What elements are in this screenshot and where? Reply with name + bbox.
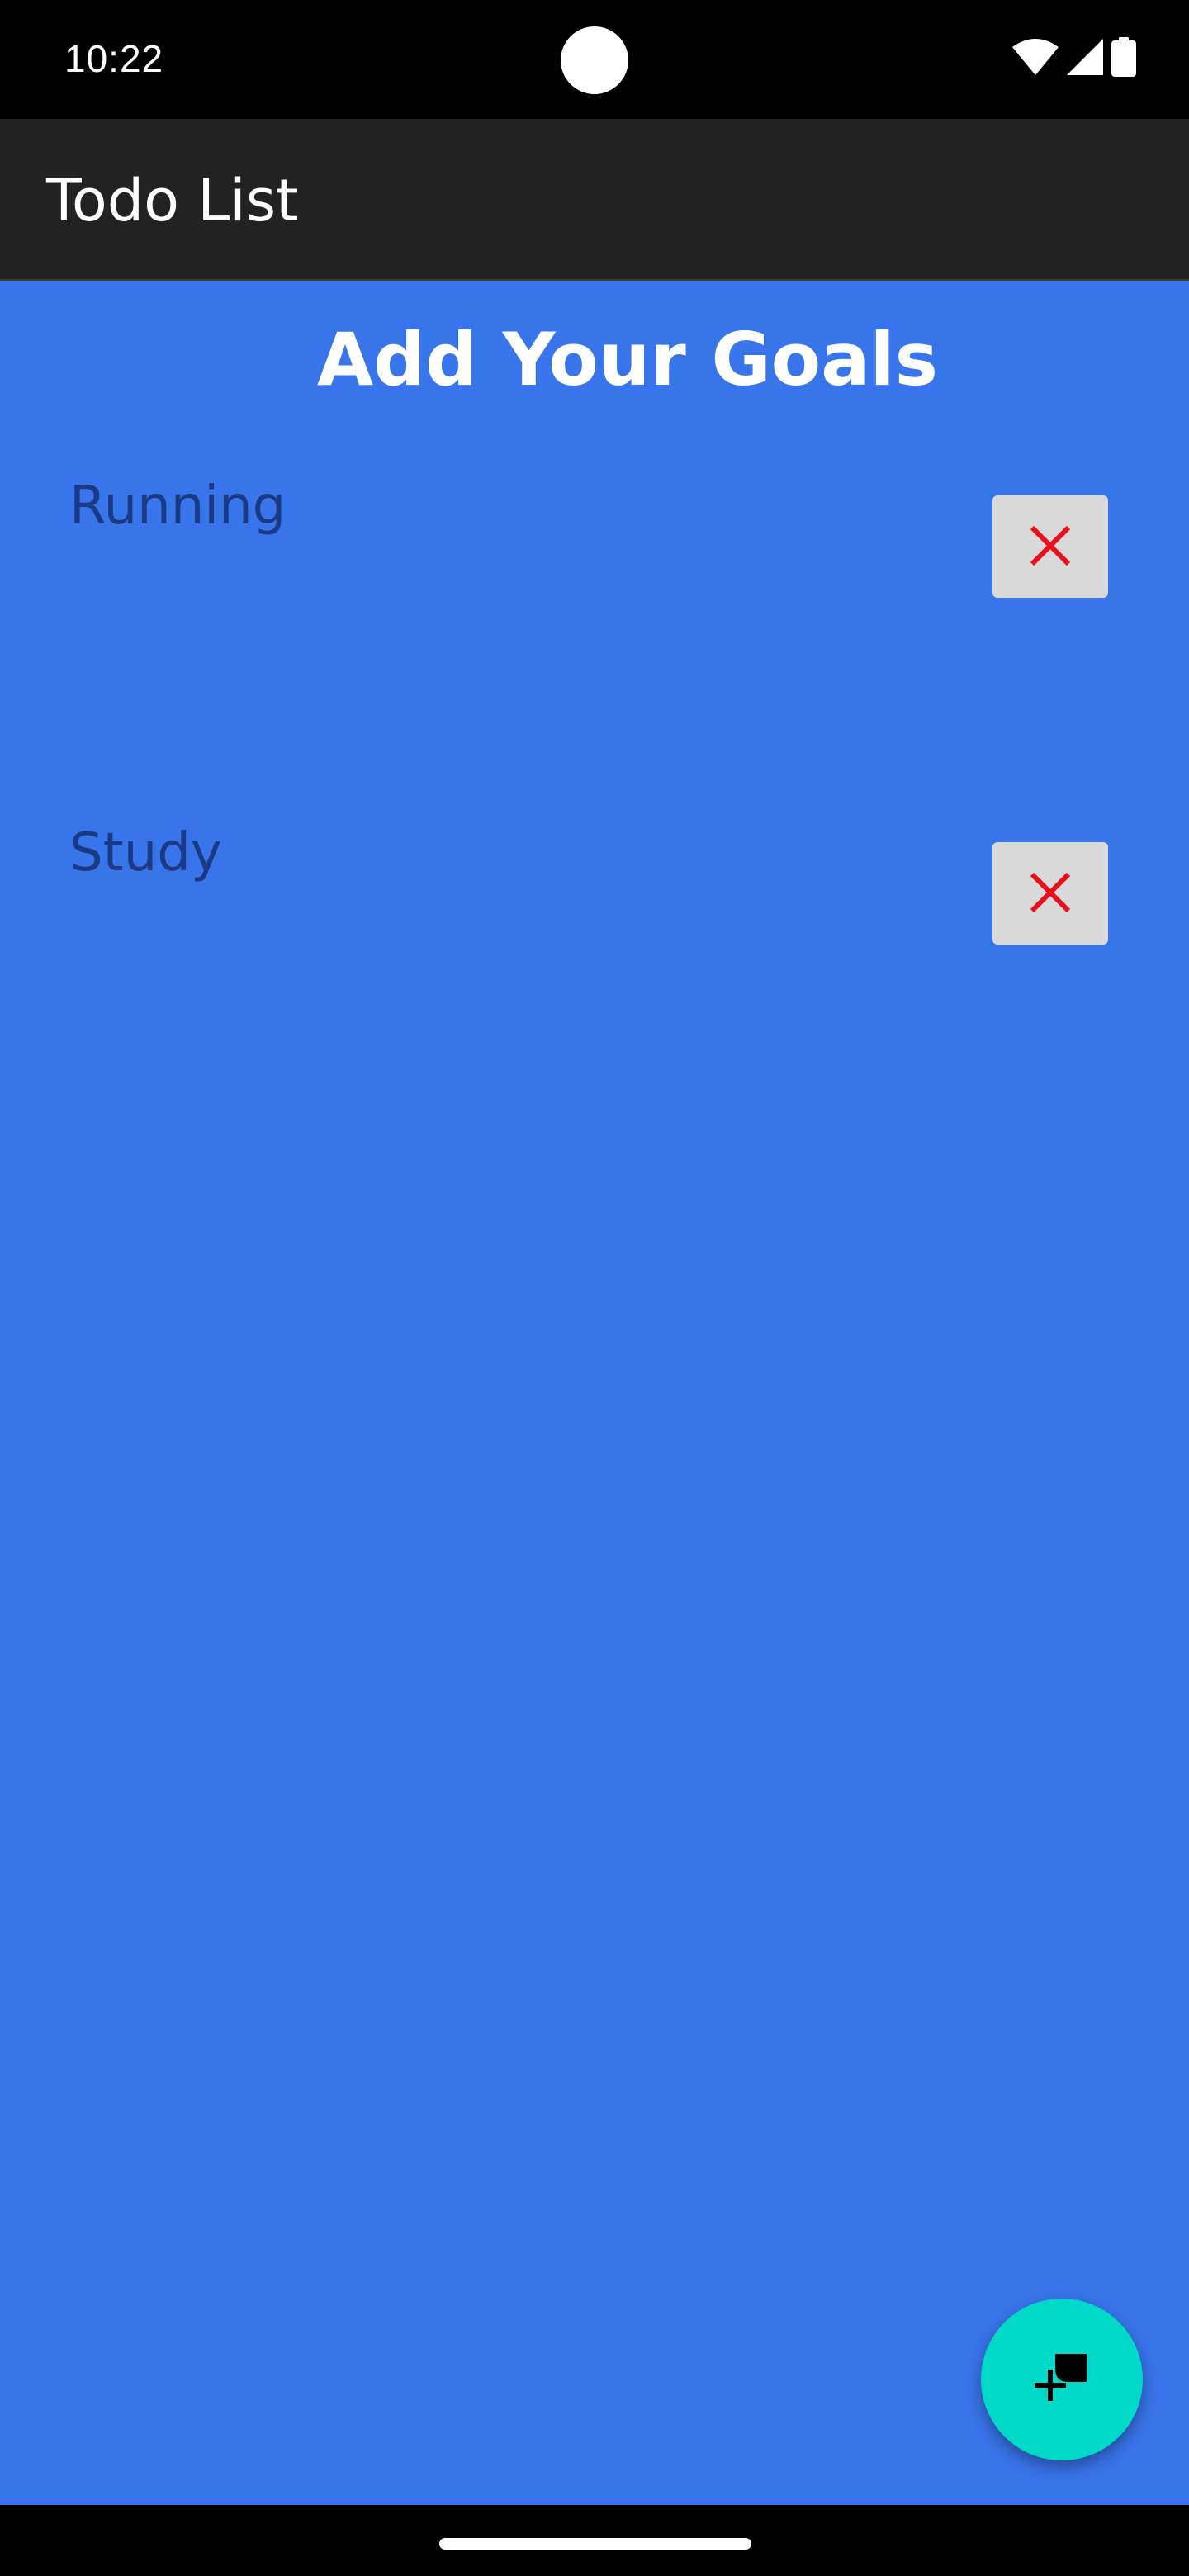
battery-icon — [1111, 37, 1136, 80]
delete-goal-button[interactable] — [992, 495, 1108, 598]
app-bar: Todo List — [0, 119, 1189, 281]
goal-list-item: Running — [0, 476, 1189, 598]
app-title: Todo List — [46, 167, 299, 234]
status-bar: 10:22 — [0, 0, 1189, 119]
status-icons — [1012, 37, 1136, 80]
close-icon — [1029, 871, 1072, 916]
add-goal-fab[interactable] — [981, 2299, 1143, 2460]
status-time: 10:22 — [64, 37, 164, 80]
goal-list-item: Study — [0, 822, 1189, 945]
home-indicator[interactable] — [439, 2538, 751, 2550]
cellular-signal-icon — [1067, 39, 1103, 78]
goal-label: Running — [69, 476, 287, 537]
camera-cutout — [561, 26, 628, 94]
add-note-icon — [1032, 2349, 1092, 2411]
phone-screen: 10:22 Todo List Add Your Goals Running S… — [0, 0, 1189, 2576]
delete-goal-button[interactable] — [992, 842, 1108, 945]
close-icon — [1029, 524, 1072, 570]
main-content: Add Your Goals Running Study — [0, 281, 1189, 2505]
wifi-icon — [1012, 39, 1059, 78]
page-heading: Add Your Goals — [316, 317, 939, 402]
goal-label: Study — [69, 822, 222, 883]
navigation-bar — [0, 2505, 1189, 2576]
